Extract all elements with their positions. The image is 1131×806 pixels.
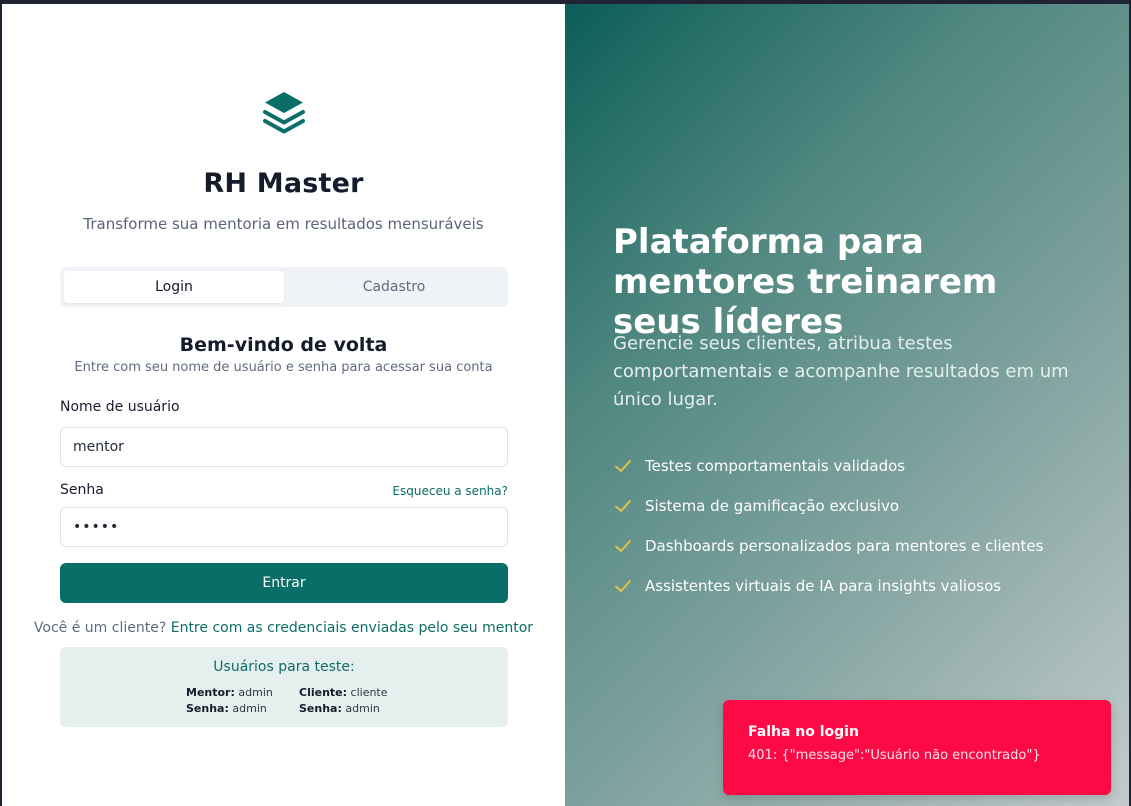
password-input[interactable] (60, 507, 508, 547)
check-icon (615, 500, 631, 512)
tab-cadastro[interactable]: Cadastro (284, 271, 504, 303)
promo-description: Gerencie seus clientes, atribua testes c… (613, 333, 1069, 410)
feature-text: Dashboards personalizados para mentores … (645, 537, 1044, 555)
client-prompt: Você é um cliente? (33, 620, 167, 636)
feature-text: Assistentes virtuais de IA para insights… (645, 577, 1002, 595)
login-page: RH Master Transforme sua mentoria em res… (2, 4, 1129, 806)
layers-icon (263, 92, 305, 134)
forgot-password-link[interactable]: Esqueceu a senha? (392, 484, 508, 498)
client-login-hint: Você é um cliente? Entre com as credenci… (2, 620, 565, 636)
feature-item: Dashboards personalizados para mentores … (613, 526, 1043, 566)
client-pass: admin (345, 702, 380, 715)
app-tagline: Transforme sua mentoria em resultados me… (83, 215, 484, 233)
feature-list: Testes comportamentais validados Sistema… (613, 446, 1043, 606)
check-icon (615, 540, 631, 552)
login-subheading: Entre com seu nome de usuário e senha pa… (74, 360, 493, 375)
client-key: Cliente: (299, 686, 348, 699)
client-user: cliente (350, 686, 388, 699)
client-credentials-link[interactable]: Entre com as credenciais enviadas pelo s… (171, 620, 533, 636)
feature-item: Sistema de gamificação exclusivo (613, 486, 1043, 526)
tab-login[interactable]: Login (64, 271, 284, 303)
auth-panel: RH Master Transforme sua mentoria em res… (2, 4, 565, 806)
password-label: Senha (60, 482, 104, 498)
feature-item: Assistentes virtuais de IA para insights… (613, 566, 1043, 606)
mentor-key: Mentor: (186, 686, 235, 699)
test-users-title: Usuários para teste: (213, 659, 355, 675)
mentor-pass: admin (232, 702, 267, 715)
login-heading: Bem-vindo de volta (179, 334, 388, 356)
toast-message: 401: {"message":"Usuário não encontrado"… (748, 748, 1041, 763)
check-icon (615, 580, 631, 592)
mentor-pass-key: Senha: (186, 702, 229, 715)
submit-login-button[interactable]: Entrar (60, 563, 508, 603)
feature-text: Testes comportamentais validados (645, 457, 906, 475)
mentor-credentials: Mentor: admin Senha: admin (186, 685, 273, 717)
auth-tabs: Login Cadastro (60, 267, 508, 307)
username-label: Nome de usuário (60, 399, 180, 415)
username-input[interactable] (60, 427, 508, 467)
promo-headline: Plataforma para mentores treinarem seus … (613, 222, 998, 342)
promo-panel: Plataforma para mentores treinarem seus … (565, 4, 1129, 806)
client-credentials: Cliente: cliente Senha: admin (299, 685, 388, 717)
test-users-box: Usuários para teste: Mentor: admin Senha… (60, 647, 508, 727)
toast-title: Falha no login (748, 724, 859, 740)
check-icon (615, 460, 631, 472)
client-pass-key: Senha: (299, 702, 342, 715)
feature-item: Testes comportamentais validados (613, 446, 1043, 486)
mentor-user: admin (238, 686, 273, 699)
feature-text: Sistema de gamificação exclusivo (645, 497, 900, 515)
error-toast[interactable]: Falha no login 401: {"message":"Usuário … (723, 700, 1111, 795)
app-title: RH Master (203, 168, 364, 199)
